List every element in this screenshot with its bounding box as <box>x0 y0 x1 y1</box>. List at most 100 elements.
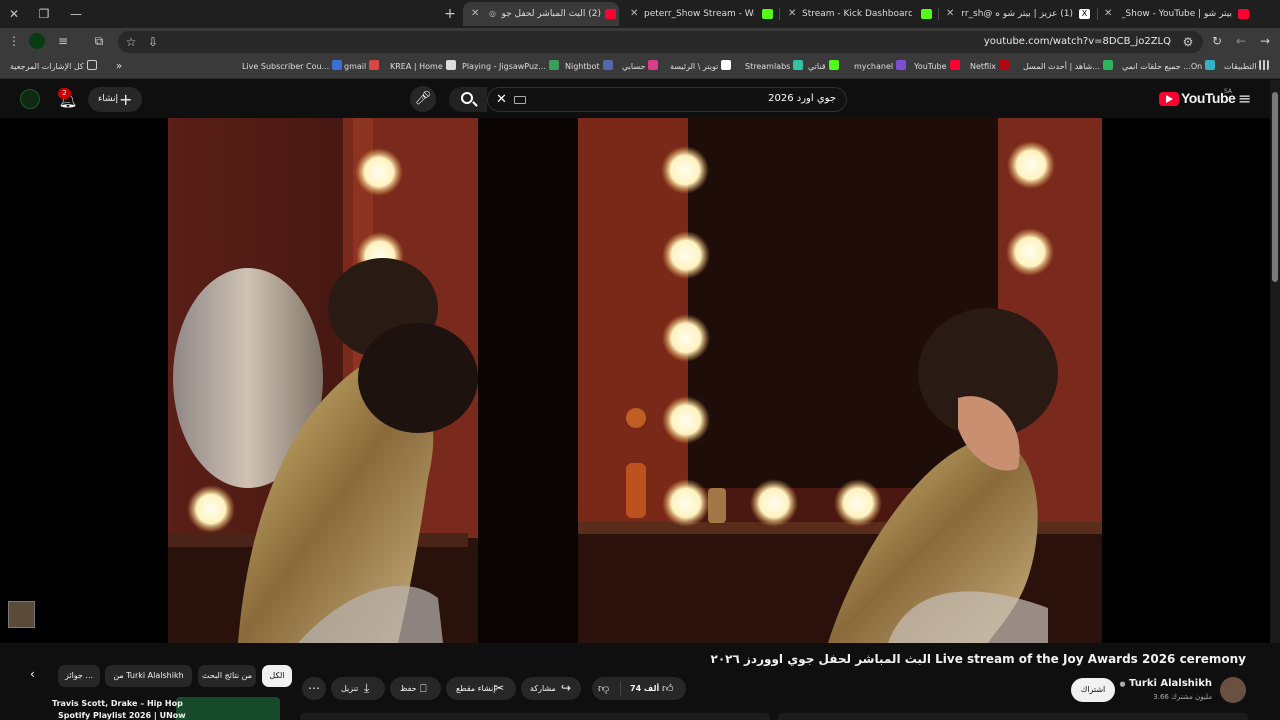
create-button[interactable]: إنشاء + <box>88 87 142 112</box>
download-button[interactable]: تنزيل ⤓ <box>331 677 385 700</box>
forward-icon[interactable]: ← <box>1232 32 1250 50</box>
save-button[interactable]: حفظ ⎕ <box>390 677 441 700</box>
search-button[interactable] <box>449 87 487 112</box>
bookmark-item[interactable]: YouTube <box>914 60 963 74</box>
channel-name[interactable]: ● Turki Alalshikh <box>1119 678 1212 689</box>
browser-tab-strip: ✕ ❐ — + ✕ ◎ (2) البث المباشر لحفل جوي او… <box>0 0 1280 28</box>
tab-title: (2) البث المباشر لحفل جوي او <box>501 9 601 19</box>
tab-kick-watch[interactable]: ✕ peterr_Show Stream - Watch Li <box>622 2 774 26</box>
share-button[interactable]: مشاركة ↪ <box>521 677 581 700</box>
subscribe-button[interactable]: اشتراك <box>1071 678 1115 702</box>
like-button[interactable]: 👍︎ <box>662 677 674 700</box>
tab-close-icon[interactable]: ✕ <box>1104 2 1112 26</box>
customize-icon[interactable]: ≡ <box>54 32 72 50</box>
tab-title: peterr_Show Stream - Watch Li <box>644 9 754 19</box>
more-actions-icon[interactable]: ⋯ <box>302 677 326 700</box>
comment-box-placeholder <box>300 713 770 720</box>
tab-x-profile[interactable]: ✕ (1) عزيز | بيتر شو ه @peterr_sh X <box>941 2 1093 26</box>
like-count: 74 ألف <box>630 684 660 693</box>
all-bookmarks[interactable]: كل الإشارات المرجعية <box>10 60 100 74</box>
browser-toolbar: ⋮ ≡ ⧉ ☆ ⇩ youtube.com/watch?v=8DCB_jo2ZL… <box>0 28 1280 55</box>
bookmarks-bar: كل الإشارات المرجعية » Live Subscriber C… <box>0 55 1280 79</box>
new-tab-button[interactable]: + <box>440 5 460 23</box>
youtube-icon <box>1238 9 1249 19</box>
youtube-icon <box>605 9 616 19</box>
more-bookmarks-icon[interactable]: » <box>116 60 122 74</box>
keyboard-icon[interactable] <box>514 96 526 104</box>
bookmark-item[interactable]: جميع حلقات انمي ...On <box>1122 60 1218 74</box>
recommendation-title-1[interactable]: Travis Scott, Drake – Hip Hop <box>52 699 183 708</box>
recommendation-thumbnail[interactable] <box>176 697 280 720</box>
address-bar[interactable]: ☆ ⇩ youtube.com/watch?v=8DCB_jo2ZLQ ⚙ <box>118 31 1203 53</box>
tab-joy-awards-live[interactable]: ✕ ◎ (2) البث المباشر لحفل جوي او <box>463 2 619 26</box>
bookmark-item[interactable]: Streamlabs <box>745 60 806 74</box>
bookmark-item[interactable]: gmail <box>344 60 382 74</box>
bookmark-item[interactable]: قناتي <box>808 60 842 74</box>
mini-thumbnail[interactable] <box>8 601 35 628</box>
chip-all[interactable]: الكل <box>262 665 292 687</box>
bookmark-item[interactable]: تويتر \ الرئيسة <box>670 60 734 74</box>
chevron-left-icon[interactable]: ‹ <box>30 667 35 681</box>
bookmark-item[interactable]: mychanel <box>854 60 909 74</box>
region-code: SA <box>1224 88 1233 95</box>
tab-title: (1) عزيز | بيتر شو ه @peterr_sh <box>961 9 1073 19</box>
scissors-icon: ✂ <box>494 681 505 695</box>
bookmark-item[interactable]: Nightbot <box>565 60 616 74</box>
youtube-logo-icon[interactable] <box>1159 92 1179 106</box>
bookmark-item[interactable]: حسابي <box>622 60 661 74</box>
extensions-icon[interactable]: ⧉ <box>90 32 108 50</box>
profile-avatar-icon[interactable] <box>28 32 46 50</box>
channel-avatar[interactable] <box>1220 677 1246 703</box>
subscriber-count: 3.66 مليون مشترك <box>1153 693 1212 701</box>
bookmark-item[interactable]: Netflix <box>970 60 1012 74</box>
bookmark-item[interactable]: Live Subscriber Cou... <box>242 60 345 74</box>
video-title: البث المباشر لحفل جوي اووردز ٢٠٢٦ Live s… <box>710 652 1246 666</box>
apps-grid-icon <box>1259 60 1270 70</box>
tab-close-icon[interactable]: ✕ <box>946 2 954 26</box>
bookmark-icon: ⎕ <box>420 682 427 695</box>
tab-kick-dashboard[interactable]: ✕ Stream - Kick Dashboard <box>782 2 934 26</box>
reload-icon[interactable]: ↻ <box>1208 32 1226 50</box>
bookmark-star-icon[interactable]: ☆ <box>122 33 140 51</box>
account-avatar[interactable] <box>20 89 42 109</box>
chip-awards[interactable]: جوائز ... <box>58 665 100 687</box>
notification-badge: 2 <box>58 88 71 99</box>
guide-menu-icon[interactable]: ≡ <box>1238 89 1251 108</box>
minimize-window-icon[interactable]: — <box>66 5 86 23</box>
back-icon[interactable]: → <box>1256 32 1274 50</box>
tab-youtube-channel[interactable]: ✕ بيتر شو | Peter_Show - YouTube <box>1100 2 1252 26</box>
plus-icon: + <box>119 90 133 109</box>
voice-search-icon[interactable]: 🎤︎ <box>410 86 436 112</box>
tab-title: Stream - Kick Dashboard <box>802 9 912 19</box>
folder-icon <box>86 60 97 70</box>
restore-window-icon[interactable]: ❐ <box>34 5 54 23</box>
apps-bookmark[interactable]: التطبيقات <box>1224 60 1272 74</box>
chip-from-channel[interactable]: من Turki Alalshikh <box>105 665 192 687</box>
page-scrollbar[interactable] <box>1270 80 1280 720</box>
kick-icon <box>762 9 773 19</box>
url-text[interactable]: youtube.com/watch?v=8DCB_jo2ZLQ <box>984 31 1171 53</box>
close-window-icon[interactable]: ✕ <box>4 5 24 23</box>
tab-close-icon[interactable]: ✕ <box>788 2 796 26</box>
tab-close-icon[interactable]: ✕ <box>471 2 479 26</box>
menu-dots-icon[interactable]: ⋮ <box>5 32 23 50</box>
chip-search-results[interactable]: من نتائج البحث <box>198 665 256 687</box>
description-box-placeholder <box>778 713 1248 720</box>
bookmark-item[interactable]: KREA | Home <box>390 60 459 74</box>
search-input[interactable]: ✕ جوي اورد 2026 <box>487 87 847 112</box>
site-settings-icon[interactable]: ⚙ <box>1179 33 1197 51</box>
scrollbar-thumb[interactable] <box>1272 92 1278 282</box>
verified-icon: ● <box>1119 680 1126 688</box>
share-icon: ↪ <box>561 681 572 695</box>
clear-search-icon[interactable]: ✕ <box>496 92 507 107</box>
install-app-icon[interactable]: ⇩ <box>144 33 162 51</box>
watch-metadata: البث المباشر لحفل جوي اووردز ٢٠٢٦ Live s… <box>0 643 1280 720</box>
recommendation-title-2[interactable]: Spotify Playlist 2026 | UNow <box>58 711 186 720</box>
bookmark-item[interactable]: شاهد | أحدث المسل... <box>1023 60 1116 74</box>
tab-close-icon[interactable]: ✕ <box>630 2 638 26</box>
clip-button[interactable]: إنشاء مقطع ✂ <box>446 677 516 700</box>
dislike-button[interactable]: 👎︎ <box>598 677 609 700</box>
bookmark-item[interactable]: Playing - JigsawPuz... <box>462 60 562 74</box>
video-player[interactable] <box>168 118 1102 643</box>
video-frame <box>168 118 1102 643</box>
